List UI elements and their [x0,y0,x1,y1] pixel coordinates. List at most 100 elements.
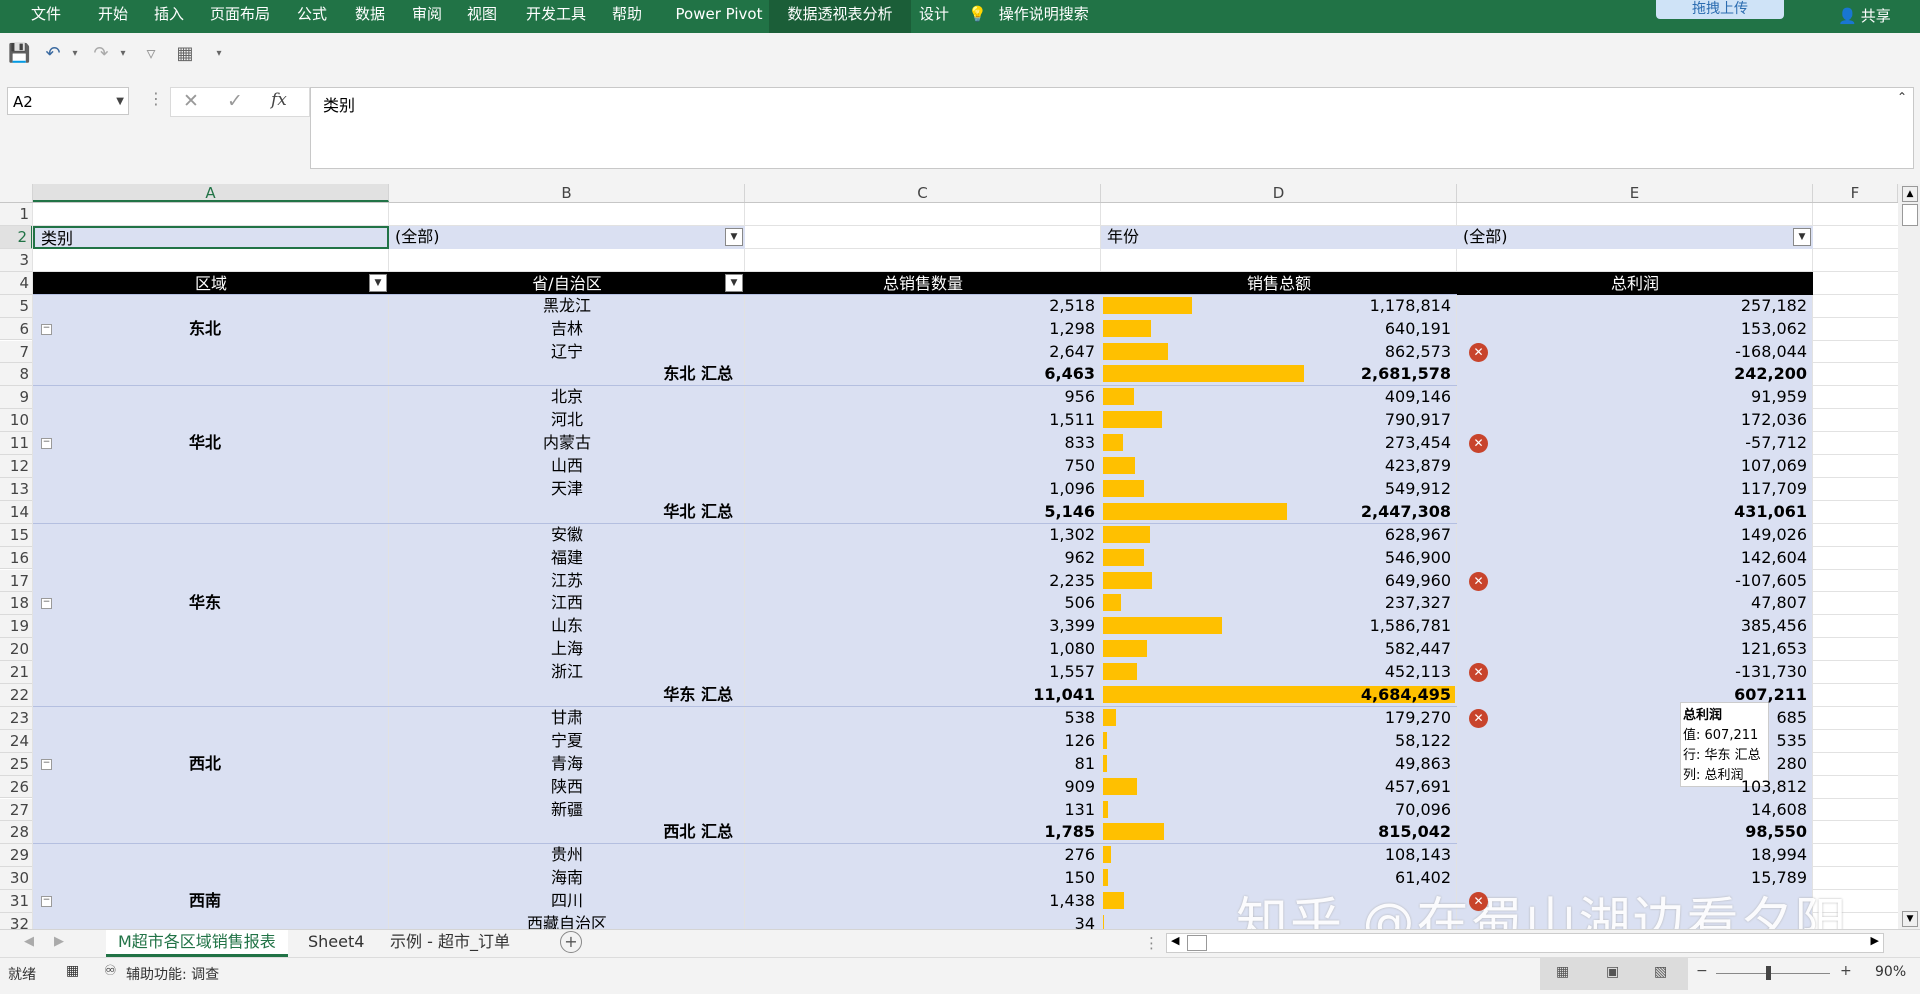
row-header-3[interactable]: 3 [0,248,33,272]
pivot-header-0[interactable]: 区域 ▼ [33,271,389,295]
page-layout-icon[interactable]: ▣ [1606,964,1619,980]
row-header-5[interactable]: 5 [0,294,33,318]
filter-dropdown-icon[interactable]: ▼ [725,273,743,292]
ribbon-tab-2[interactable]: 插入 [139,0,199,33]
row-header-6[interactable]: 6 [0,317,33,341]
collapse-icon[interactable]: − [41,896,52,908]
row-header-27[interactable]: 27 [0,798,33,822]
page-break-icon[interactable]: ▧ [1654,964,1667,980]
ribbon-search[interactable]: 💡 操作说明搜索 [968,0,1089,33]
scroll-left-icon[interactable]: ◀ [1171,934,1179,947]
row-header-19[interactable]: 19 [0,615,33,639]
row-header-7[interactable]: 7 [0,340,33,364]
row-header-11[interactable]: 11 [0,432,33,455]
filter-dropdown-icon[interactable]: ▼ [369,273,387,292]
row-header-16[interactable]: 16 [0,546,33,570]
chevron-up-icon[interactable]: ⌃ [1897,90,1907,104]
filter-dropdown-icon[interactable]: ▼ [725,227,743,246]
ribbon-tab-8[interactable]: 开发工具 [510,0,602,33]
prev-sheet-icon[interactable]: ◀ [24,934,34,949]
select-all-corner[interactable] [0,184,33,202]
sheet-tab-0[interactable]: M超市各区域销售报表 [106,930,288,957]
filter-category-label[interactable]: 类别 [33,225,389,249]
ribbon-tab-12[interactable]: 设计 [902,0,966,33]
row-header-4[interactable]: 4 [0,271,33,295]
ribbon-tab-7[interactable]: 视图 [452,0,512,33]
column-header-E[interactable]: E [1457,184,1813,202]
undo-dropdown-icon[interactable]: ▾ [64,43,86,65]
ribbon-tab-1[interactable]: 开始 [82,0,144,33]
zoom-in-icon[interactable]: + [1840,963,1852,979]
redo-dropdown-icon[interactable]: ▾ [112,43,134,65]
pivot-header-1[interactable]: 省/自治区 ▼ [389,271,745,295]
scroll-right-icon[interactable]: ▶ [1871,934,1879,947]
row-header-32[interactable]: 32 [0,913,33,929]
upload-button[interactable]: 拖拽上传 [1656,0,1784,19]
ribbon-tab-11[interactable]: 数据透视表分析 [769,0,911,33]
worksheet-grid[interactable]: ABCDEF 1 2 3 4 5 6 7 8 9 10 11 12 13 14 15 16 17 18 19 20 21… [0,184,1898,929]
column-header-C[interactable]: C [745,184,1101,202]
row-header-21[interactable]: 21 [0,661,33,684]
share-button[interactable]: 👤 共享 [1838,0,1891,33]
add-sheet-icon[interactable]: + [560,931,582,953]
undo-icon[interactable]: ↶ [42,43,64,65]
sheet-tab-1[interactable]: Sheet4 [296,930,376,954]
row-header-22[interactable]: 22 [0,684,33,707]
chevron-down-icon[interactable]: ▼ [116,88,124,116]
vertical-scrollbar[interactable]: ▲ ▼ [1898,184,1920,929]
sheet-tab-2[interactable]: 示例 - 超市_订单 [378,930,522,954]
save-icon[interactable]: 💾 [8,43,30,65]
customize-icon[interactable]: ▾ [208,43,230,65]
row-header-8[interactable]: 8 [0,363,33,387]
horizontal-scrollbar[interactable]: ◀ ▶ [1166,933,1884,953]
macro-icon[interactable]: ▦ [66,963,79,979]
scroll-thumb[interactable] [1902,204,1918,226]
filter-category-value[interactable]: (全部) ▼ [389,225,745,249]
collapse-icon[interactable]: − [41,598,52,610]
ribbon-tab-10[interactable]: Power Pivot [654,0,784,33]
row-header-28[interactable]: 28 [0,821,33,845]
collapse-icon[interactable]: − [41,438,52,450]
redo-icon[interactable]: ↷ [90,43,112,65]
column-header-F[interactable]: F [1813,184,1898,202]
ribbon-tab-9[interactable]: 帮助 [597,0,657,33]
enter-icon[interactable]: ✓ [227,90,243,112]
column-header-D[interactable]: D [1101,184,1457,202]
row-header-14[interactable]: 14 [0,500,33,524]
row-header-17[interactable]: 17 [0,569,33,593]
column-header-A[interactable]: A [33,184,389,202]
accessibility-icon[interactable]: ♾ [104,963,117,979]
scroll-up-icon[interactable]: ▲ [1902,186,1918,202]
zoom-out-icon[interactable]: − [1696,963,1708,979]
ribbon-tab-0[interactable]: 文件 [16,0,76,33]
collapse-icon[interactable]: − [41,323,52,335]
filter-icon[interactable]: ▿ [140,43,162,65]
next-sheet-icon[interactable]: ▶ [54,934,64,949]
ribbon-tab-6[interactable]: 审阅 [397,0,457,33]
row-header-30[interactable]: 30 [0,867,33,891]
row-header-2[interactable]: 2 [0,225,33,249]
hscroll-thumb[interactable] [1187,935,1207,951]
accessibility-status[interactable]: 辅助功能: 调查 [126,964,219,984]
scroll-down-icon[interactable]: ▼ [1902,911,1918,927]
pivot-icon[interactable]: ▦ [174,43,196,65]
row-header-24[interactable]: 24 [0,729,33,753]
filter-year-value[interactable]: (全部) ▼ [1457,225,1813,249]
insert-function-button[interactable]: fx [271,90,287,110]
ribbon-tab-3[interactable]: 页面布局 [194,0,286,33]
row-header-20[interactable]: 20 [0,638,33,662]
row-header-15[interactable]: 15 [0,523,33,547]
row-header-1[interactable]: 1 [0,203,33,226]
collapse-icon[interactable]: − [41,758,52,770]
filter-dropdown-icon[interactable]: ▼ [1793,227,1811,246]
zoom-level[interactable]: 90% [1875,964,1906,980]
name-box[interactable]: A2 ▼ [7,87,129,115]
row-header-29[interactable]: 29 [0,844,33,868]
row-header-13[interactable]: 13 [0,477,33,501]
row-header-18[interactable]: 18 [0,592,33,616]
formula-input[interactable]: 类别 ⌃ [310,87,1914,169]
ribbon-tab-5[interactable]: 数据 [340,0,400,33]
row-header-26[interactable]: 26 [0,775,33,799]
row-header-12[interactable]: 12 [0,455,33,478]
ribbon-tab-4[interactable]: 公式 [282,0,342,33]
